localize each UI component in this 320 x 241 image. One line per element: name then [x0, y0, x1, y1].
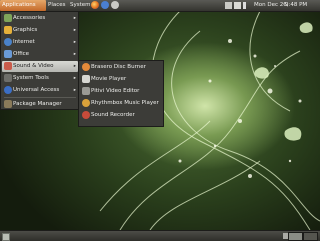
firefox-icon[interactable]: [91, 1, 99, 9]
submenu-item-movie-player[interactable]: Movie Player: [80, 74, 163, 85]
menu-item-label: System Tools: [13, 75, 49, 81]
network-icon[interactable]: [225, 2, 232, 9]
menu-item-label: Office: [13, 51, 30, 57]
system-tools-icon: [4, 74, 12, 82]
submenu-arrow-icon: ▸: [73, 76, 76, 81]
menu-item-label: Internet: [13, 39, 35, 45]
applications-menu-label: Applications: [2, 2, 36, 8]
universal-access-icon: [4, 86, 12, 94]
places-menu[interactable]: Places: [48, 0, 66, 11]
mail-icon[interactable]: [111, 1, 119, 9]
help-icon[interactable]: [101, 1, 109, 9]
submenu-arrow-icon: ▸: [73, 88, 76, 93]
submenu-item-brasero[interactable]: Brasero Disc Burner: [80, 62, 163, 73]
menu-item-system-tools[interactable]: System Tools ▸: [2, 73, 78, 84]
rhythmbox-icon: [82, 99, 90, 107]
sound-recorder-icon: [82, 111, 90, 119]
submenu-arrow-icon: ▸: [73, 16, 76, 21]
submenu-item-rhythmbox[interactable]: Rhythmbox Music Player: [80, 98, 163, 109]
menu-item-sound-video[interactable]: Sound & Video ▸: [2, 61, 78, 72]
volume-icon[interactable]: [243, 2, 248, 9]
package-manager-icon: [4, 100, 12, 108]
submenu-item-label: Pitivi Video Editor: [91, 88, 140, 94]
menu-item-label: Package Manager: [13, 101, 62, 107]
graphics-icon: [4, 26, 12, 34]
internet-icon: [4, 38, 12, 46]
time-label[interactable]: 9:48 PM: [285, 0, 307, 11]
date-label[interactable]: Mon Dec 26,: [254, 0, 288, 11]
applications-menu[interactable]: Applications: [0, 0, 46, 11]
applications-dropdown: Accessories ▸ Graphics ▸ Internet ▸ Offi…: [0, 11, 79, 110]
submenu-item-label: Movie Player: [91, 76, 127, 82]
bottom-panel: [0, 230, 320, 241]
menu-item-label: Universal Access: [13, 87, 60, 93]
submenu-arrow-icon: ▸: [73, 28, 76, 33]
menu-item-graphics[interactable]: Graphics ▸: [2, 25, 78, 36]
tray-mail-icon[interactable]: [234, 2, 241, 9]
system-menu[interactable]: System: [70, 0, 91, 11]
menu-item-universal-access[interactable]: Universal Access ▸: [2, 85, 78, 96]
submenu-item-sound-recorder[interactable]: Sound Recorder: [80, 110, 163, 121]
menu-item-accessories[interactable]: Accessories ▸: [2, 13, 78, 24]
menu-item-label: Accessories: [13, 15, 46, 21]
submenu-arrow-icon: ▸: [73, 64, 76, 69]
accessories-icon: [4, 14, 12, 22]
brasero-icon: [82, 63, 90, 71]
submenu-item-label: Brasero Disc Burner: [91, 64, 146, 70]
pitivi-icon: [82, 87, 90, 95]
submenu-arrow-icon: ▸: [73, 52, 76, 57]
menu-item-internet[interactable]: Internet ▸: [2, 37, 78, 48]
submenu-item-label: Rhythmbox Music Player: [91, 100, 159, 106]
menu-separator: [4, 97, 76, 98]
menu-item-label: Graphics: [13, 27, 38, 33]
office-icon: [4, 50, 12, 58]
movie-player-icon: [82, 75, 90, 83]
sound-video-icon: [4, 62, 12, 70]
menu-item-package-manager[interactable]: Package Manager: [2, 99, 78, 110]
menu-item-office[interactable]: Office ▸: [2, 49, 78, 60]
submenu-item-pitivi[interactable]: Pitivi Video Editor: [80, 86, 163, 97]
submenu-item-label: Sound Recorder: [91, 112, 135, 118]
submenu-arrow-icon: ▸: [73, 40, 76, 45]
menu-item-label: Sound & Video: [13, 63, 54, 69]
sound-video-submenu: Brasero Disc Burner Movie Player Pitivi …: [78, 60, 164, 127]
